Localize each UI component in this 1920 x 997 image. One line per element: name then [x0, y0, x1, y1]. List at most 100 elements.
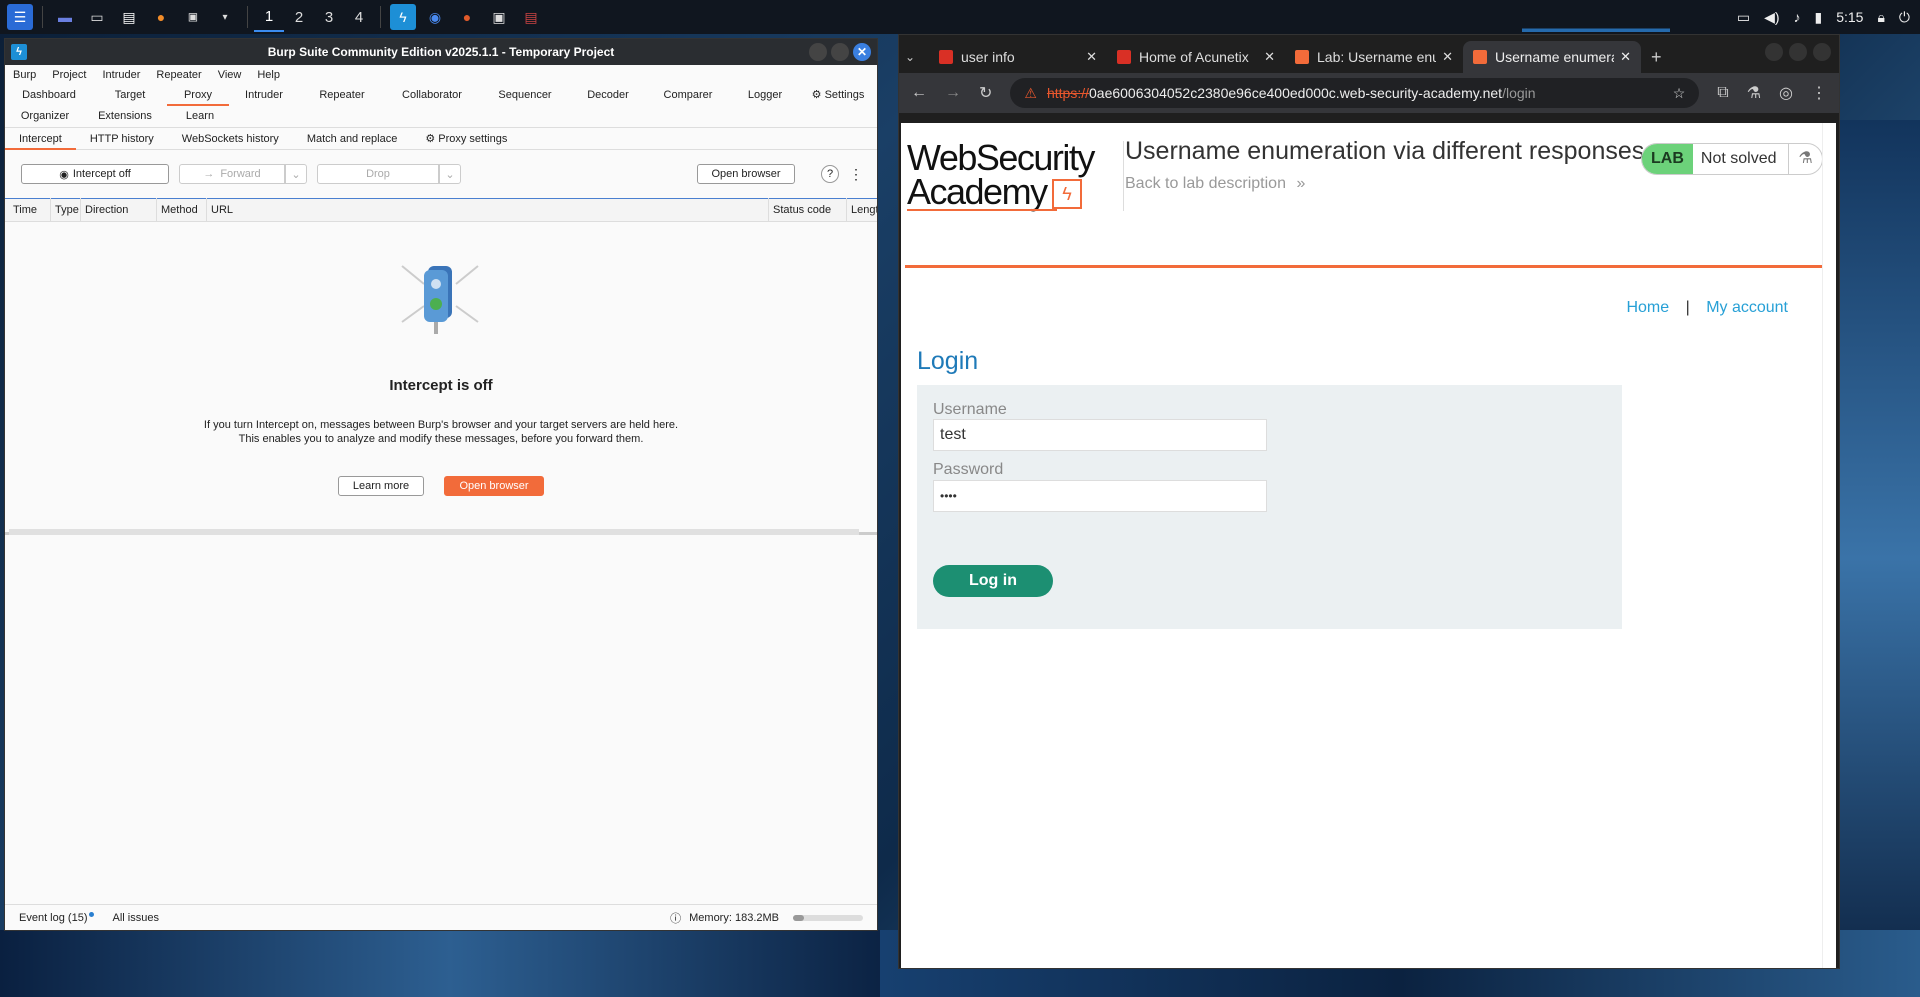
minimize-button[interactable]	[1765, 43, 1783, 61]
browser-tab[interactable]: Home of Acunetix ✕	[1107, 41, 1285, 73]
tab-target[interactable]: Target	[93, 85, 167, 106]
drop-dropdown[interactable]: ⌄	[439, 164, 461, 184]
notification-icon[interactable]: ♪	[1794, 9, 1801, 25]
maximize-button[interactable]	[831, 43, 849, 61]
username-input[interactable]: test	[933, 419, 1267, 451]
more-options-icon[interactable]: ⋮	[849, 166, 863, 183]
workspace-3[interactable]: 3	[314, 2, 344, 32]
menu-help[interactable]: Help	[257, 69, 280, 81]
tab-comparer[interactable]: Comparer	[645, 85, 731, 106]
close-tab-icon[interactable]: ✕	[1620, 49, 1631, 65]
tab-sequencer[interactable]: Sequencer	[479, 85, 571, 106]
new-tab-button[interactable]: +	[1651, 41, 1662, 73]
subtab-proxy-settings[interactable]: ⚙ Proxy settings	[411, 128, 521, 150]
browser-tab-active[interactable]: Username enumeration ✕	[1463, 41, 1641, 73]
firefox-icon[interactable]: ●	[148, 4, 174, 30]
back-icon[interactable]: ←	[911, 84, 927, 102]
burp-icon[interactable]: ϟ	[390, 4, 416, 30]
all-issues-link[interactable]: All issues	[112, 912, 158, 924]
forward-dropdown[interactable]: ⌄	[285, 164, 307, 184]
volume-icon[interactable]: ◀)	[1764, 9, 1779, 26]
file-manager-icon[interactable]: ▭	[84, 4, 110, 30]
desktop-icon[interactable]: ▬	[52, 4, 78, 30]
col-url[interactable]: URL	[207, 198, 769, 222]
menu-burp[interactable]: Burp	[13, 69, 36, 81]
address-bar[interactable]: ⚠ https:// 0ae6006304052c2380e96ce400ed0…	[1010, 78, 1700, 108]
tab-collaborator[interactable]: Collaborator	[385, 85, 479, 106]
tab-logger[interactable]: Logger	[731, 85, 799, 106]
firefox-icon[interactable]: ●	[454, 4, 480, 30]
browser-tab[interactable]: Lab: Username enumeration ✕	[1285, 41, 1463, 73]
nav-my-account-link[interactable]: My account	[1706, 299, 1788, 316]
col-status-code[interactable]: Status code	[769, 198, 847, 222]
subtab-http-history[interactable]: HTTP history	[76, 128, 168, 150]
col-length[interactable]: Lengt	[847, 198, 877, 222]
menu-view[interactable]: View	[218, 69, 242, 81]
subtab-websockets-history[interactable]: WebSockets history	[168, 128, 293, 150]
close-tab-icon[interactable]: ✕	[1264, 49, 1275, 65]
subtab-intercept[interactable]: Intercept	[5, 128, 76, 150]
clock[interactable]: 5:15	[1836, 9, 1863, 25]
chromium-icon[interactable]: ◉	[422, 4, 448, 30]
tab-settings[interactable]: ⚙ Settings	[799, 85, 877, 106]
tab-intruder[interactable]: Intruder	[229, 85, 299, 106]
col-type[interactable]: Type	[51, 198, 81, 222]
display-icon[interactable]: ▭	[1737, 9, 1750, 26]
close-tab-icon[interactable]: ✕	[1442, 49, 1453, 65]
intercept-toggle-button[interactable]: ◉ Intercept off	[21, 164, 169, 184]
tab-search-icon[interactable]: ⌄	[905, 41, 929, 73]
reload-icon[interactable]: ↻	[979, 83, 992, 103]
login-button[interactable]: Log in	[933, 565, 1053, 597]
close-tab-icon[interactable]: ✕	[1086, 49, 1097, 65]
minimize-button[interactable]	[809, 43, 827, 61]
browser-menu-icon[interactable]: ⋮	[1811, 83, 1827, 103]
close-button[interactable]	[1813, 43, 1831, 61]
tab-dashboard[interactable]: Dashboard	[5, 85, 93, 106]
maximize-button[interactable]	[1789, 43, 1807, 61]
workspace-2[interactable]: 2	[284, 2, 314, 32]
tab-repeater[interactable]: Repeater	[299, 85, 385, 106]
chevron-down-icon[interactable]: ▾	[212, 4, 238, 30]
close-button[interactable]: ✕	[853, 43, 871, 61]
subtab-match-and-replace[interactable]: Match and replace	[293, 128, 412, 150]
forward-button[interactable]: → Forward	[179, 164, 285, 184]
learn-more-button[interactable]: Learn more	[338, 476, 424, 496]
terminal-icon[interactable]: ▣	[486, 4, 512, 30]
battery-icon[interactable]: ▮	[1815, 9, 1823, 26]
site-warning-icon[interactable]: ⚠	[1024, 85, 1037, 102]
event-log-link[interactable]: Event log (15)	[19, 912, 87, 924]
forward-icon[interactable]: →	[945, 84, 961, 102]
open-browser-button[interactable]: Open browser	[697, 164, 795, 184]
menu-repeater[interactable]: Repeater	[156, 69, 201, 81]
back-to-lab-link[interactable]: Back to lab description »	[1125, 175, 1305, 193]
col-direction[interactable]: Direction	[81, 198, 157, 222]
workspace-4[interactable]: 4	[344, 2, 374, 32]
lock-icon[interactable]: 🔒︎	[1877, 9, 1884, 26]
menu-intruder[interactable]: Intruder	[103, 69, 141, 81]
workspace-1[interactable]: 1	[254, 2, 284, 32]
terminal-icon[interactable]: ▣	[180, 4, 206, 30]
tab-decoder[interactable]: Decoder	[571, 85, 645, 106]
bookmark-star-icon[interactable]: ☆	[1673, 85, 1686, 102]
tab-proxy[interactable]: Proxy	[167, 85, 229, 106]
tab-learn[interactable]: Learn	[165, 106, 235, 127]
help-icon[interactable]: ?	[821, 165, 839, 183]
nav-home-link[interactable]: Home	[1626, 299, 1669, 316]
script-icon[interactable]: ▤	[518, 4, 544, 30]
tab-extensions[interactable]: Extensions	[85, 106, 165, 127]
kali-menu-icon[interactable]: ☰	[7, 4, 33, 30]
password-input[interactable]: ••••	[933, 480, 1267, 512]
menu-project[interactable]: Project	[52, 69, 86, 81]
tab-organizer[interactable]: Organizer	[5, 106, 85, 127]
horizontal-scrollbar[interactable]	[9, 529, 859, 535]
labs-flask-icon[interactable]: ⚗	[1747, 83, 1761, 103]
browser-tab[interactable]: user info ✕	[929, 41, 1107, 73]
profile-icon[interactable]: ◎	[1779, 83, 1793, 103]
open-browser-cta[interactable]: Open browser	[444, 476, 544, 496]
page-scrollbar[interactable]	[1822, 123, 1836, 968]
extensions-icon[interactable]: ⧉	[1717, 84, 1728, 102]
power-icon[interactable]: ⏻	[1899, 9, 1910, 26]
text-editor-icon[interactable]: ▤	[116, 4, 142, 30]
drop-button[interactable]: Drop	[317, 164, 439, 184]
col-method[interactable]: Method	[157, 198, 207, 222]
